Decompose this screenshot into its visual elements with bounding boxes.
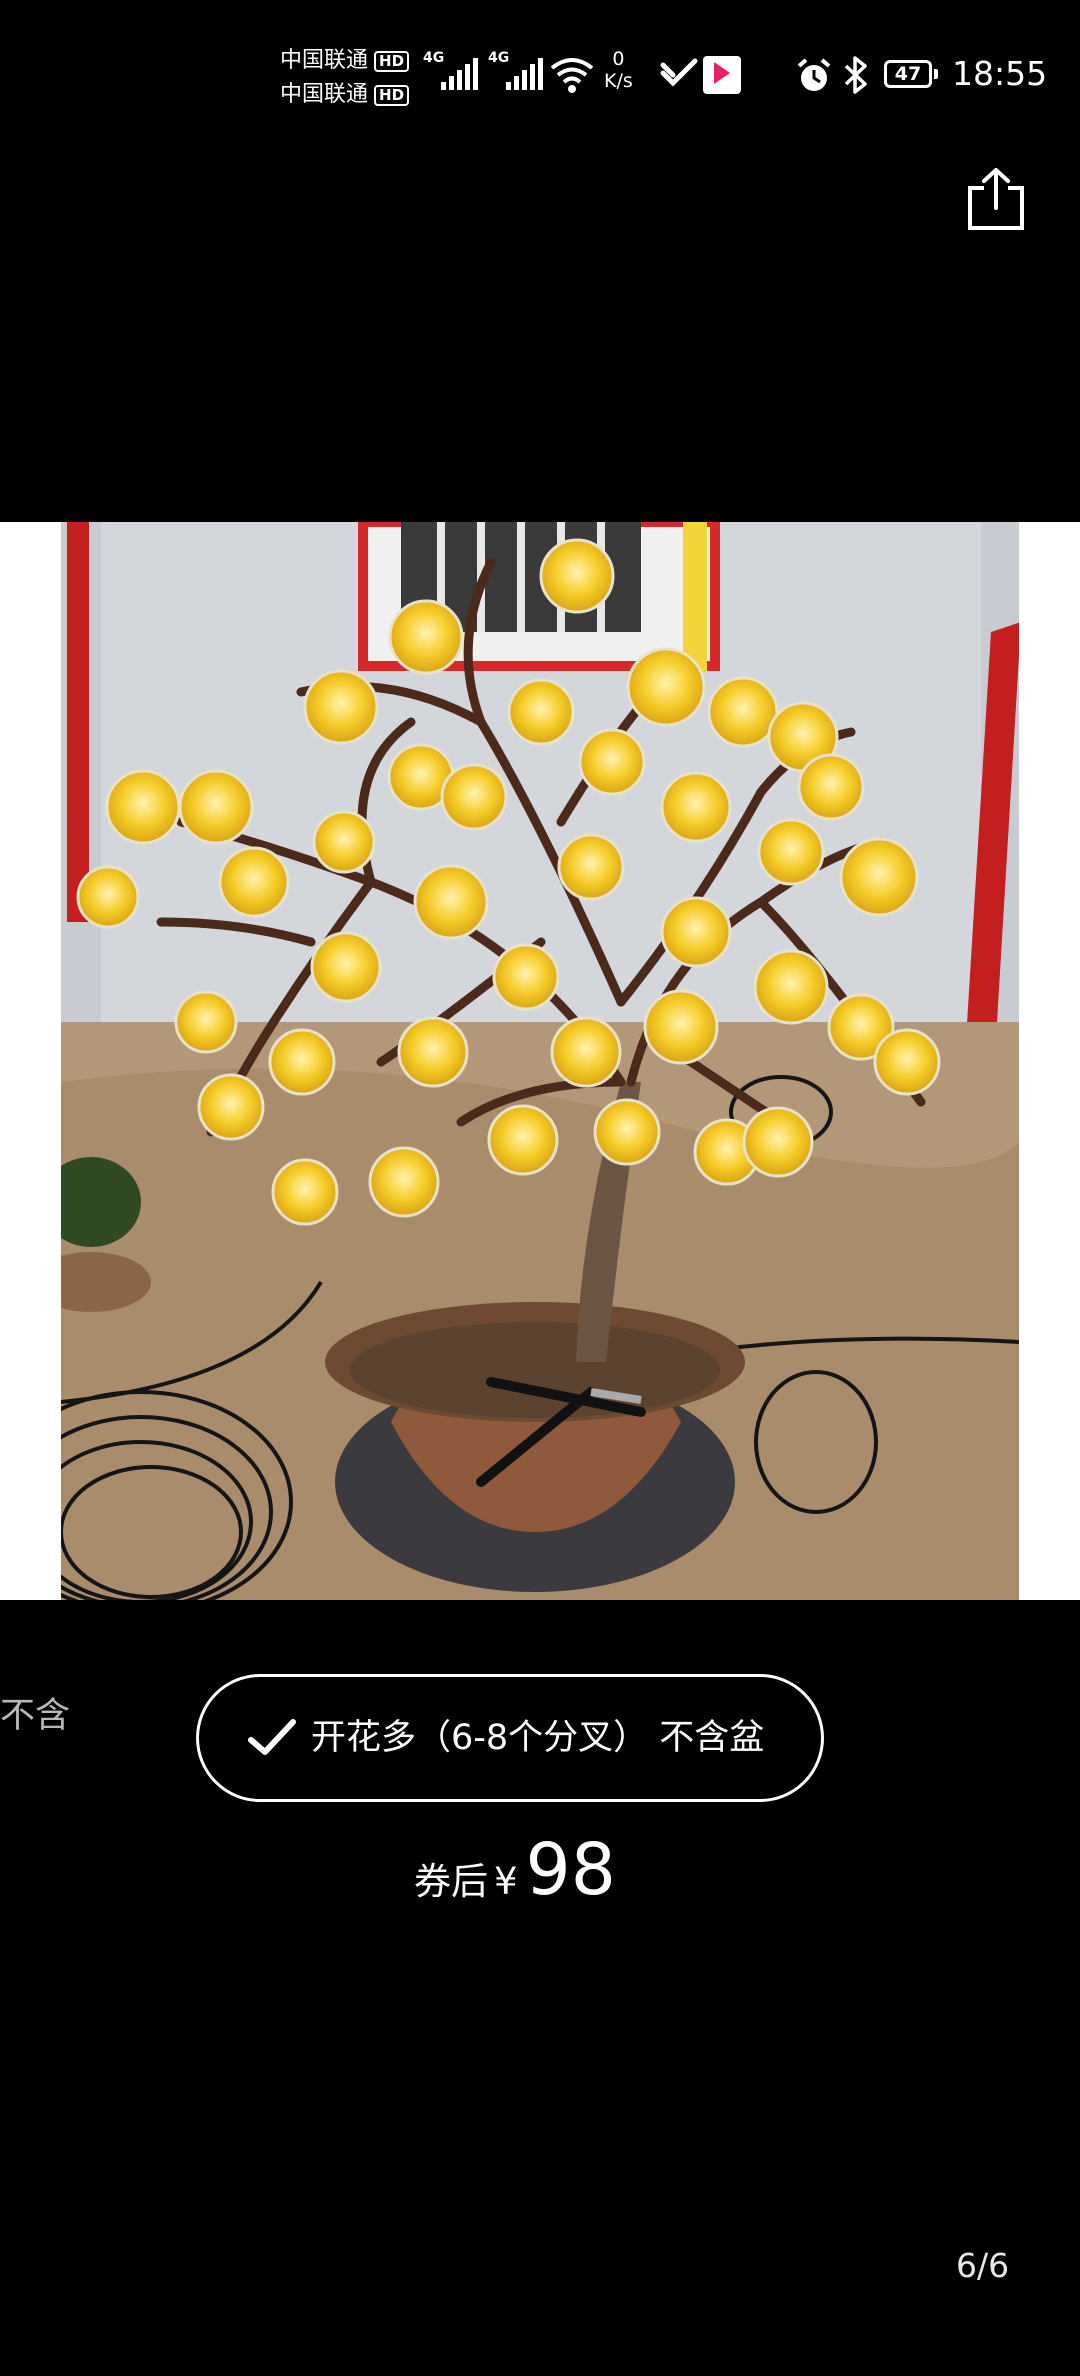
carrier-info: 中国联通 HD 中国联通 HD [280, 44, 410, 112]
share-button[interactable] [966, 166, 1026, 232]
page-indicator: 6/6 [956, 2246, 1010, 2285]
hd-badge: HD [374, 50, 410, 72]
previous-variant-chip[interactable]: 不含 [0, 1694, 70, 1738]
signal-strength-icon: 4G [488, 50, 543, 90]
checkmark-icon [248, 1719, 296, 1755]
wifi-icon [550, 58, 594, 93]
alarm-icon [797, 58, 831, 91]
price-value: 98 [525, 1828, 616, 1911]
price-prefix: 券后 [414, 1860, 488, 1903]
price: 券后 ¥ 98 [414, 1828, 616, 1911]
carrier-name-1: 中国联通 [280, 48, 369, 73]
link-icon [660, 58, 698, 87]
battery-icon: 47 [884, 60, 938, 88]
app-notification-icon [703, 56, 741, 94]
product-image-frame[interactable] [0, 522, 1080, 1600]
network-speed-unit: K/s [604, 70, 633, 92]
status-bar: 中国联通 HD 中国联通 HD 4G 4G 0 K/s 47 18:55 [0, 0, 1080, 140]
image-viewer-screen: 中国联通 HD 中国联通 HD 4G 4G 0 K/s 47 18:55 不含 … [0, 0, 1080, 2376]
price-currency: ¥ [494, 1860, 518, 1903]
share-icon [968, 168, 1024, 230]
clock: 18:55 [952, 54, 1048, 93]
network-speed-value: 0 [612, 48, 625, 70]
product-photo[interactable] [61, 522, 1019, 1600]
network-type-label: 4G [423, 50, 445, 66]
network-type-label: 4G [488, 50, 510, 66]
carrier-name-2: 中国联通 [280, 82, 369, 107]
variant-label: 开花多（6-8个分叉） 不含盆 [311, 1717, 765, 1758]
network-speed: 0 K/s [604, 48, 633, 92]
bluetooth-icon [844, 56, 867, 94]
selected-variant-chip[interactable]: 开花多（6-8个分叉） 不含盆 [196, 1674, 824, 1802]
signal-strength-icon: 4G [423, 50, 478, 90]
hd-badge: HD [374, 84, 410, 106]
